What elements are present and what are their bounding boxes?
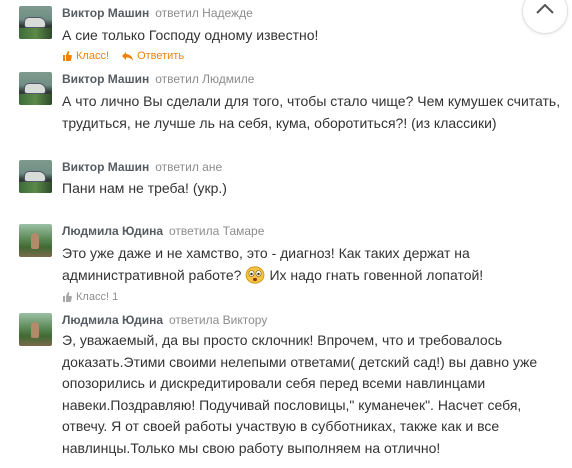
author-name[interactable]: Виктор Машин (62, 160, 149, 174)
avatar[interactable] (19, 6, 52, 39)
comment-text: А сие только Господу одному известно! (62, 27, 319, 43)
comment-text: Э, уважаемый, да вы просто склочник! Впр… (62, 332, 538, 456)
reply-to[interactable]: ответил Надежде (155, 6, 253, 20)
like-count: 1 (112, 291, 119, 303)
like-button[interactable]: Класс! (62, 50, 109, 62)
avatar[interactable] (19, 224, 52, 257)
comment-text: Это уже даже и не хамство, это - диагноз… (62, 242, 562, 286)
comment-text: А что лично Вы сделали для того, чтобы с… (62, 93, 561, 131)
comment-text: Пани нам не треба! (укр.) (62, 180, 227, 196)
reply-arrow-icon (122, 51, 134, 61)
reply-to[interactable]: ответила Виктору (169, 313, 267, 327)
shocked-face-emoji (246, 266, 265, 284)
like-label: Класс! (76, 50, 109, 62)
reply-to[interactable]: ответил ане (155, 160, 222, 174)
comment-actions: Класс! 1 (62, 291, 128, 305)
reply-to[interactable]: ответила Тамаре (169, 224, 264, 238)
comment-text-part: Их надо гнать говенной лопатой! (269, 267, 484, 283)
chevron-up-icon (536, 4, 554, 14)
author-name[interactable]: Людмила Юдина (62, 313, 163, 327)
author-name[interactable]: Виктор Машин (62, 6, 149, 20)
like-button[interactable]: Класс! 1 (62, 291, 118, 303)
thumb-up-icon (62, 51, 72, 61)
reply-button[interactable]: Ответить (122, 50, 184, 62)
comment-actions: Класс! Ответить (62, 50, 194, 64)
avatar[interactable] (19, 313, 52, 346)
author-name[interactable]: Виктор Машин (62, 72, 149, 86)
author-name[interactable]: Людмила Юдина (62, 224, 163, 238)
reply-to[interactable]: ответил Людмиле (155, 72, 254, 86)
like-label: Класс! (76, 291, 109, 303)
avatar[interactable] (19, 160, 52, 193)
thumb-up-icon (62, 292, 72, 302)
avatar[interactable] (19, 72, 52, 105)
reply-label: Ответить (137, 50, 185, 62)
